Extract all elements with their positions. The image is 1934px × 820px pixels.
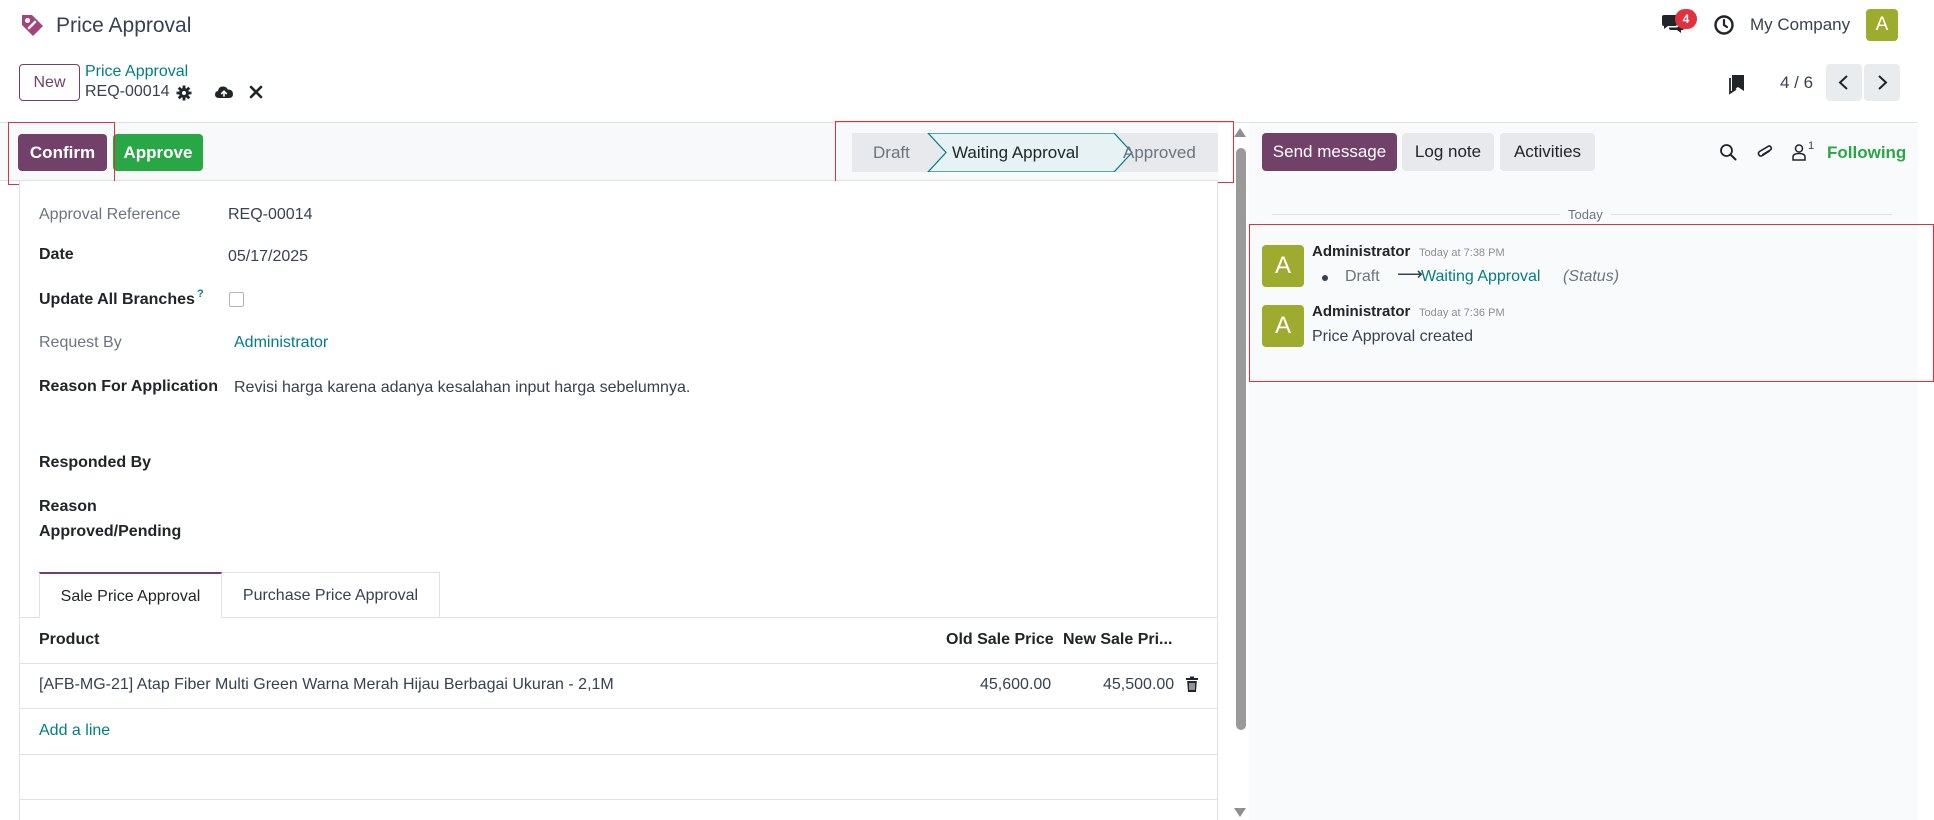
help-tooltip-icon[interactable]: ? — [197, 288, 204, 300]
reason-for-application-field[interactable]: Revisi harga karena adanya kesalahan inp… — [234, 379, 690, 397]
scroll-down-arrow[interactable] — [1234, 808, 1246, 817]
table-row-product[interactable]: [AFB-MG-21] Atap Fiber Multi Green Warna… — [39, 676, 614, 694]
highlight-box-messages — [1249, 224, 1934, 382]
followers-icon[interactable] — [1791, 143, 1807, 161]
approval-reference-label: Approval Reference — [39, 206, 181, 223]
scrollbar-thumb[interactable] — [1236, 148, 1246, 730]
reason-for-application-label: Reason For Application — [39, 378, 218, 395]
table-row-new-price[interactable]: 45,500.00 — [1103, 676, 1174, 694]
gear-icon[interactable] — [176, 85, 192, 101]
bookmark-icon[interactable] — [1727, 73, 1747, 95]
app-title[interactable]: Price Approval — [56, 14, 191, 38]
save-cloud-icon[interactable] — [214, 84, 234, 100]
followers-count: 1 — [1808, 140, 1815, 152]
request-by-label: Request By — [39, 334, 122, 351]
top-navbar — [0, 0, 1934, 52]
chevron-right-icon — [1878, 75, 1888, 90]
company-switcher[interactable]: My Company — [1750, 15, 1850, 35]
send-message-button[interactable]: Send message — [1262, 133, 1397, 171]
form-sheet — [19, 181, 1218, 820]
scroll-up-arrow[interactable] — [1234, 128, 1246, 137]
request-by-value[interactable]: Administrator — [234, 334, 328, 352]
column-header-new-sale-price[interactable]: New Sale Pri... — [1063, 631, 1172, 649]
tab-sale-price-approval[interactable]: Sale Price Approval — [39, 572, 222, 618]
date-separator-label: Today — [1560, 207, 1611, 222]
column-header-product[interactable]: Product — [39, 631, 99, 649]
following-button[interactable]: Following — [1827, 143, 1906, 163]
pager-previous-button[interactable] — [1826, 64, 1862, 101]
add-a-line-link[interactable]: Add a line — [39, 722, 110, 740]
pager-value[interactable]: 4 / 6 — [1780, 73, 1813, 93]
date-label: Date — [39, 246, 74, 263]
clock-icon[interactable] — [1713, 14, 1735, 36]
table-row-divider — [19, 754, 1218, 755]
approval-reference-value: REQ-00014 — [228, 206, 313, 223]
new-button[interactable]: New — [19, 64, 80, 101]
table-row-divider — [19, 799, 1218, 800]
column-header-old-sale-price[interactable]: Old Sale Price — [946, 631, 1054, 649]
chevron-left-icon — [1838, 75, 1848, 90]
breadcrumb-current: REQ-00014 — [85, 83, 170, 100]
update-all-branches-checkbox[interactable] — [229, 292, 244, 307]
activities-button[interactable]: Activities — [1500, 133, 1595, 171]
trash-icon[interactable] — [1185, 676, 1199, 693]
approve-button[interactable]: Approve — [113, 134, 203, 171]
highlight-box-status — [835, 121, 1234, 183]
pager-next-button[interactable] — [1864, 64, 1900, 101]
user-avatar[interactable]: A — [1866, 9, 1898, 41]
highlight-box-confirm — [8, 122, 115, 185]
discard-x-icon[interactable] — [248, 84, 264, 100]
reason-approved-pending-label-2: Approved/Pending — [39, 523, 182, 540]
update-all-branches-label: Update All Branches — [39, 291, 195, 308]
tab-purchase-price-approval[interactable]: Purchase Price Approval — [222, 572, 440, 618]
breadcrumb-parent[interactable]: Price Approval — [85, 63, 188, 81]
table-row-divider — [19, 708, 1218, 709]
date-field[interactable]: 05/17/2025 — [228, 248, 308, 266]
tag-icon[interactable] — [18, 11, 46, 39]
table-row-old-price[interactable]: 45,600.00 — [980, 676, 1051, 694]
search-icon[interactable] — [1719, 143, 1737, 161]
table-header-divider — [19, 663, 1218, 664]
log-note-button[interactable]: Log note — [1402, 133, 1494, 171]
paperclip-icon[interactable] — [1756, 142, 1774, 162]
responded-by-label: Responded By — [39, 454, 152, 471]
messages-count-badge: 4 — [1675, 9, 1697, 29]
reason-approved-pending-label-1: Reason — [39, 498, 97, 515]
